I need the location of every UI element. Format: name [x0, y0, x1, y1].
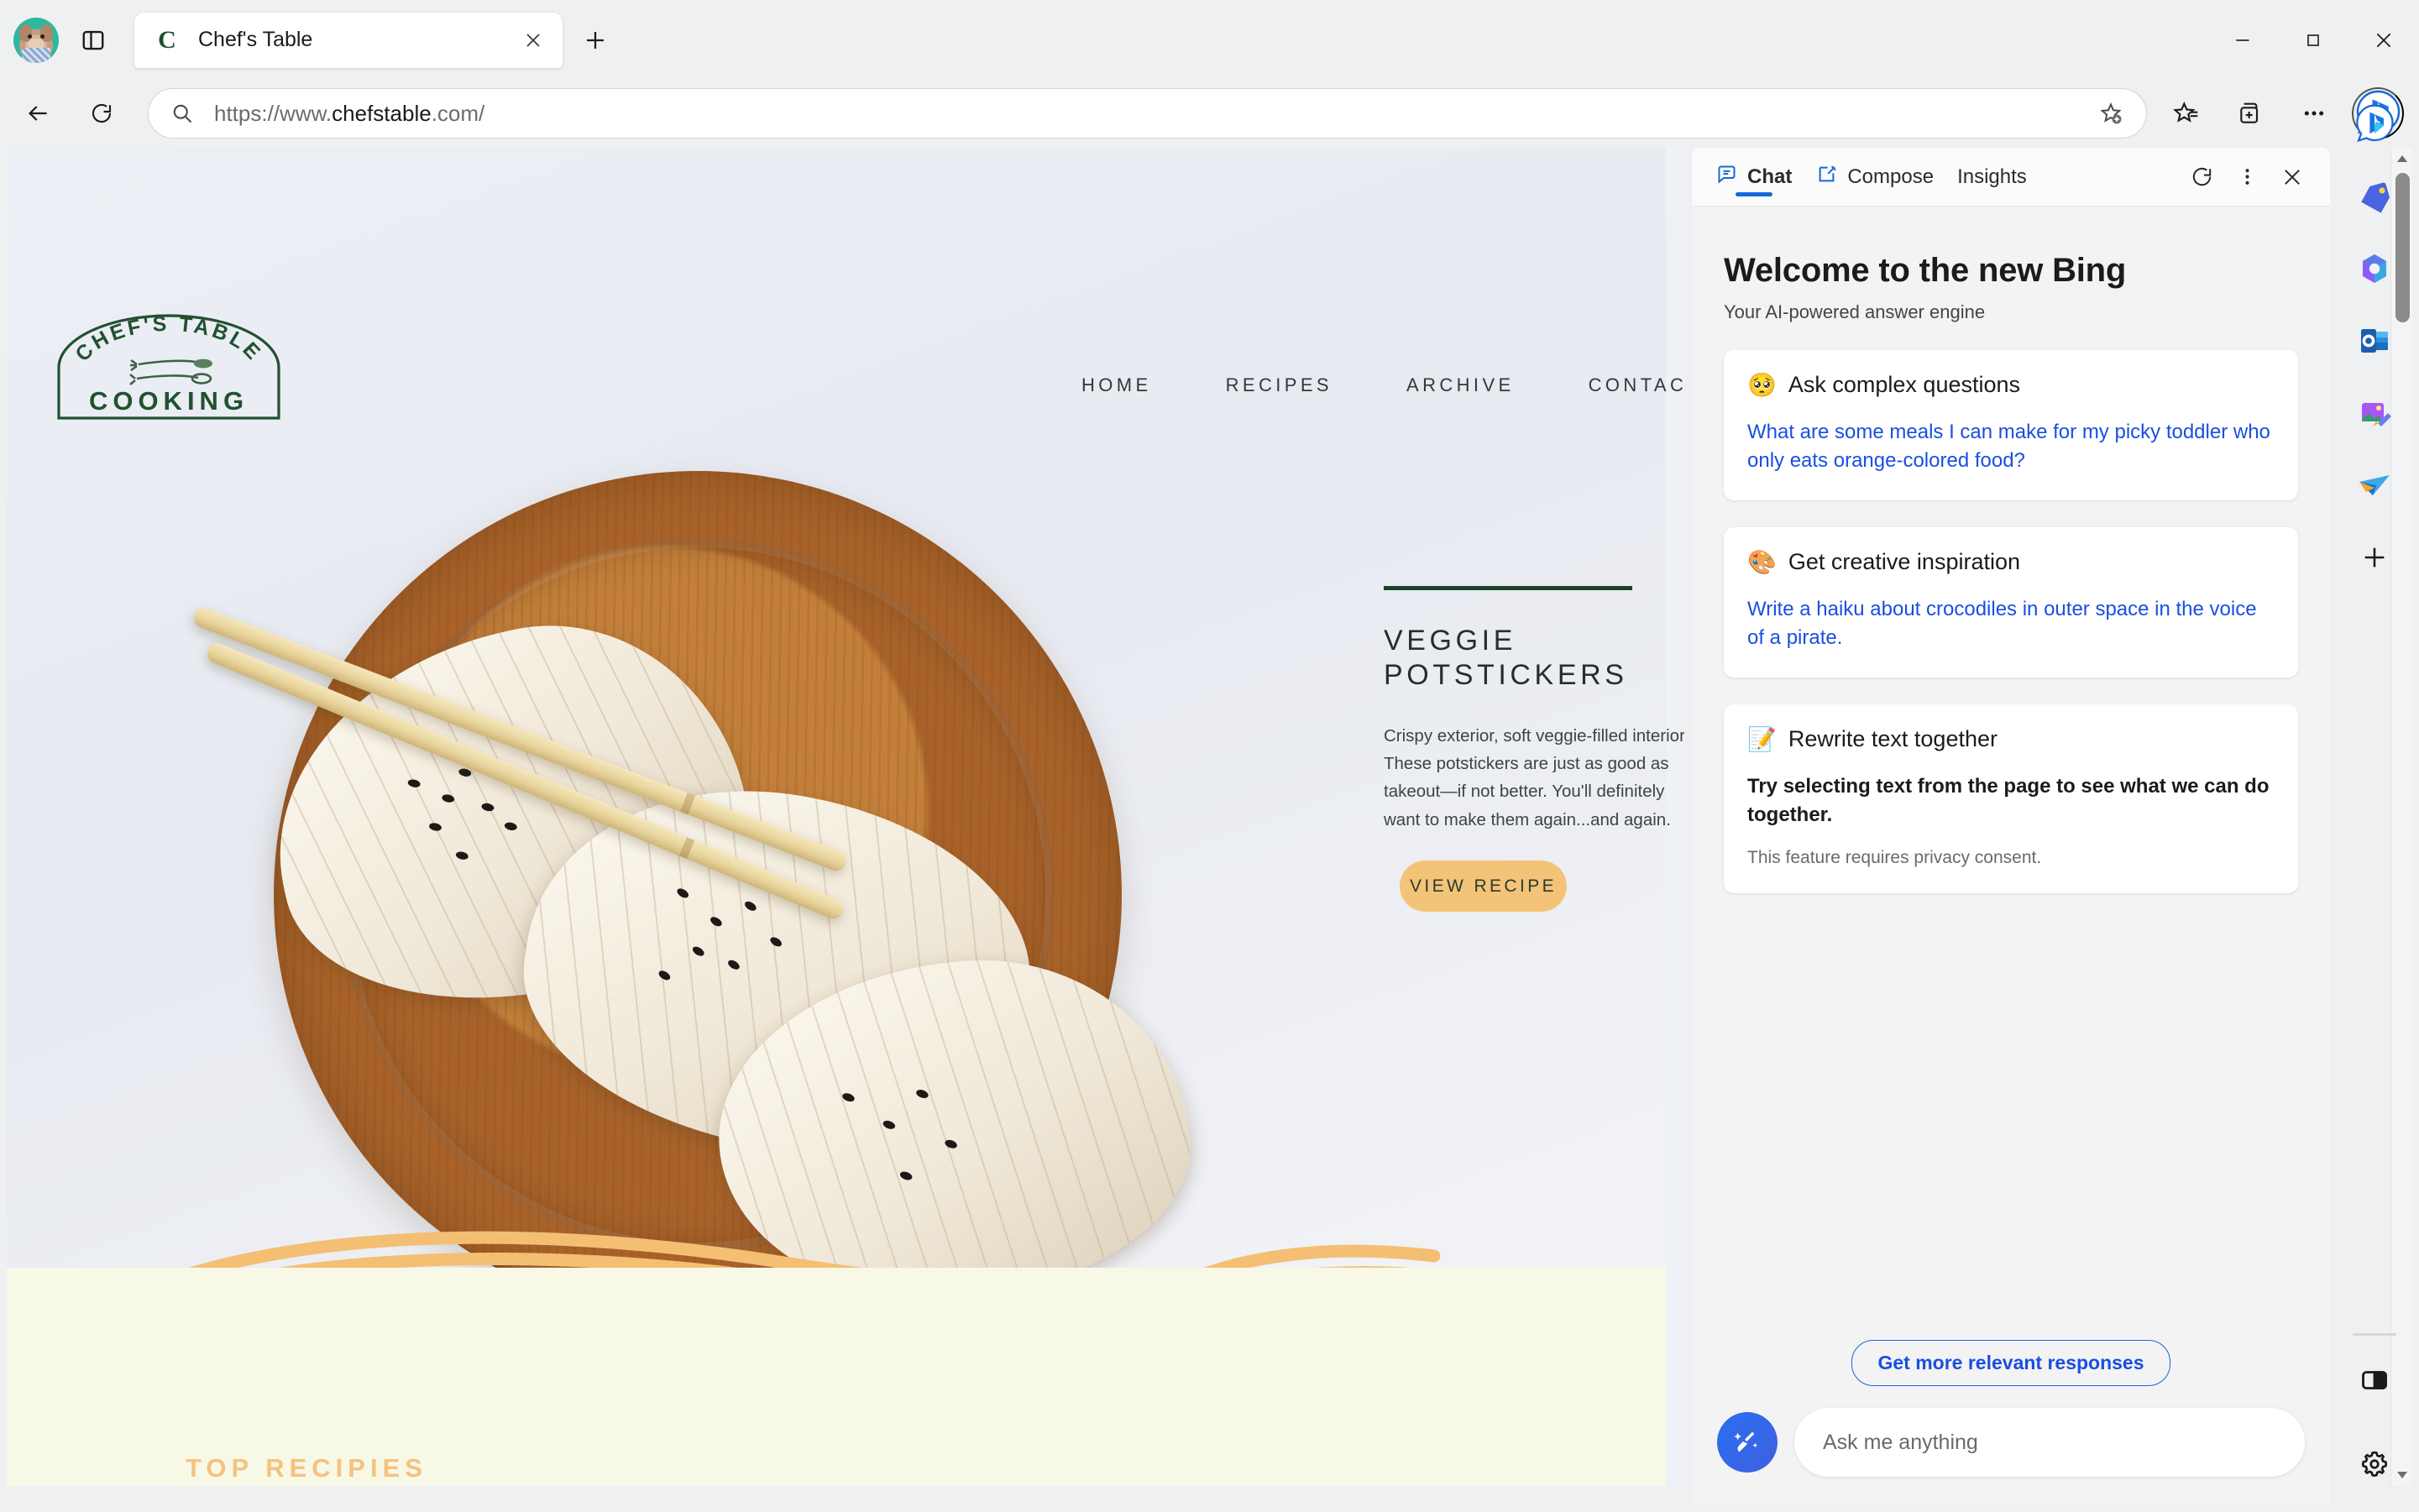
- card-title: Ask complex questions: [1788, 372, 2021, 397]
- site-logo[interactable]: CHEF'S TABLE COOKING: [50, 312, 287, 420]
- avatar-eye-right: [40, 34, 45, 39]
- maximize-icon[interactable]: [2278, 0, 2348, 80]
- compose-pencil-icon: [1815, 163, 1838, 191]
- close-icon[interactable]: [514, 21, 552, 60]
- tab-compose-label: Compose: [1847, 165, 1935, 188]
- tab-compose[interactable]: Compose: [1804, 148, 1945, 207]
- ask-input-wrapper[interactable]: [1794, 1408, 2305, 1477]
- suggestion-card-complex-questions[interactable]: 🥺 Ask complex questions What are some me…: [1724, 350, 2298, 501]
- tab-chat[interactable]: Chat: [1704, 148, 1804, 207]
- url-scheme: https://www.: [214, 100, 332, 126]
- site-nav-item-archive[interactable]: ARCHIVE: [1406, 374, 1515, 396]
- card-note: This feature requires privacy consent.: [1747, 848, 2042, 868]
- avatar-ear-right: [40, 24, 53, 42]
- relevant-row: Get more relevant responses: [1717, 1340, 2305, 1386]
- site-nav-item-home[interactable]: HOME: [1081, 374, 1152, 396]
- avatar[interactable]: [13, 17, 59, 63]
- site-nav-item-contact[interactable]: CONTAC: [1589, 374, 1684, 396]
- memo-emoji: 📝: [1747, 725, 1777, 752]
- reload-icon[interactable]: [76, 87, 128, 139]
- view-recipe-button[interactable]: VIEW RECIPE: [1400, 861, 1567, 912]
- dumplings-in-wooden-bowl-photo: [22, 425, 1332, 1273]
- suggestion-card-creative-inspiration[interactable]: 🎨 Get creative inspiration Write a haiku…: [1724, 527, 2298, 678]
- tab-strip: C Chef's Table: [0, 0, 2419, 80]
- rail-outlook[interactable]: [2342, 308, 2407, 374]
- address-bar[interactable]: https://www.chefstable.com/: [148, 88, 2147, 139]
- welcome-subtitle: Your AI-powered answer engine: [1724, 301, 1986, 322]
- minimize-icon[interactable]: [2207, 0, 2278, 80]
- svg-text:CHEF'S TABLE: CHEF'S TABLE: [71, 312, 266, 366]
- rail-microsoft-365[interactable]: [2342, 236, 2407, 301]
- avatar-ear-left: [19, 24, 32, 42]
- pleading-face-emoji: 🥺: [1747, 371, 1777, 398]
- artist-palette-emoji: 🎨: [1747, 548, 1777, 575]
- browser-tab[interactable]: C Chef's Table: [134, 12, 563, 68]
- rail-split-screen[interactable]: [2342, 1347, 2407, 1413]
- hero-section: CHEF'S TABLE COOKING HOME RECIPES ARCHIV…: [7, 148, 1684, 1372]
- bing-sidebar: Chat Compose Insights Welcome to the new…: [1692, 148, 2330, 1505]
- hero-recipe-block: VEGGIE POTSTICKERS Crispy exterior, soft…: [1384, 586, 1684, 834]
- chefs-table-page: CHEF'S TABLE COOKING HOME RECIPES ARCHIV…: [7, 148, 1684, 1486]
- tab-insights[interactable]: Insights: [1945, 148, 2039, 207]
- window-controls: [2207, 0, 2419, 80]
- sidebar-footer: Get more relevant responses: [1692, 1340, 2330, 1505]
- card-body-text: Try selecting text from the page to see …: [1747, 775, 2270, 827]
- rail-bing-chat[interactable]: [2342, 92, 2407, 157]
- browser-window: C Chef's Table https://www.chefstable.co…: [0, 0, 2419, 1512]
- back-arrow-icon[interactable]: [12, 87, 64, 139]
- url-tld: .com/: [431, 100, 485, 126]
- url-text: https://www.chefstable.com/: [214, 101, 2087, 127]
- avatar-bib: [22, 47, 50, 63]
- favorites-star-icon[interactable]: [2160, 87, 2212, 139]
- close-icon[interactable]: [2348, 0, 2419, 80]
- sidebar-body: Welcome to the new Bing Your AI-powered …: [1692, 207, 2330, 1340]
- tab-chat-label: Chat: [1747, 165, 1793, 188]
- refresh-icon[interactable]: [2179, 154, 2224, 200]
- rail-designer[interactable]: [2342, 380, 2407, 446]
- card-suggestion-link[interactable]: Write a haiku about crocodiles in outer …: [1747, 595, 2275, 652]
- card-header: 📝 Rewrite text together: [1747, 726, 2275, 752]
- chat-bubble-icon: [1715, 163, 1738, 191]
- divider: [1384, 586, 1632, 590]
- hero-paragraph: Crispy exterior, soft veggie-filled inte…: [1384, 725, 1684, 829]
- divider: [2353, 1333, 2396, 1336]
- card-suggestion-link[interactable]: What are some meals I can make for my pi…: [1747, 418, 2275, 475]
- hero-title: VEGGIE POTSTICKERS: [1384, 625, 1628, 692]
- section-heading: TOP RECIPIES: [186, 1453, 427, 1483]
- tab-insights-label: Insights: [1957, 165, 2027, 188]
- add-favorite-icon[interactable]: [2087, 90, 2134, 137]
- tab-title: Chef's Table: [198, 28, 313, 51]
- sweep-broom-icon[interactable]: [1717, 1412, 1778, 1473]
- welcome-title: Welcome to the new Bing: [1724, 252, 2127, 289]
- sidebar-header: Chat Compose Insights: [1692, 148, 2330, 207]
- rail-shopping[interactable]: [2342, 164, 2407, 229]
- collections-icon[interactable]: [2224, 87, 2276, 139]
- page-viewport: CHEF'S TABLE COOKING HOME RECIPES ARCHIV…: [7, 148, 1684, 1486]
- card-title: Get creative inspiration: [1788, 549, 2021, 575]
- url-host: chefstable: [332, 100, 432, 126]
- navigation-bar: https://www.chefstable.com/: [0, 80, 2419, 147]
- card-title: Rewrite text together: [1788, 726, 1998, 752]
- svg-text:COOKING: COOKING: [89, 386, 249, 416]
- avatar-eye-left: [28, 34, 32, 39]
- card-header: 🎨 Get creative inspiration: [1747, 549, 2275, 575]
- chat-composer: [1717, 1408, 2305, 1477]
- rail-settings[interactable]: [2342, 1431, 2407, 1497]
- chefs-table-favicon: C: [158, 25, 176, 54]
- tab-list-icon[interactable]: [71, 18, 116, 63]
- more-options-icon[interactable]: [2224, 154, 2270, 200]
- rail-drop[interactable]: [2342, 453, 2407, 518]
- new-tab-button[interactable]: [574, 19, 616, 61]
- site-navigation: HOME RECIPES ARCHIVE CONTAC: [1081, 374, 1684, 396]
- rail-add[interactable]: [2342, 525, 2407, 590]
- close-icon[interactable]: [2270, 154, 2315, 200]
- get-more-relevant-responses-button[interactable]: Get more relevant responses: [1851, 1340, 2170, 1386]
- search-input[interactable]: [1823, 1430, 2276, 1455]
- search-icon: [160, 92, 204, 135]
- sidebar-icon-rail: [2330, 80, 2419, 1512]
- top-recipes-section: TOP RECIPIES: [7, 1268, 1666, 1486]
- site-nav-item-recipes[interactable]: RECIPES: [1226, 374, 1333, 396]
- card-header: 🥺 Ask complex questions: [1747, 372, 2275, 398]
- suggestion-card-rewrite-text[interactable]: 📝 Rewrite text together Try selecting te…: [1724, 704, 2298, 894]
